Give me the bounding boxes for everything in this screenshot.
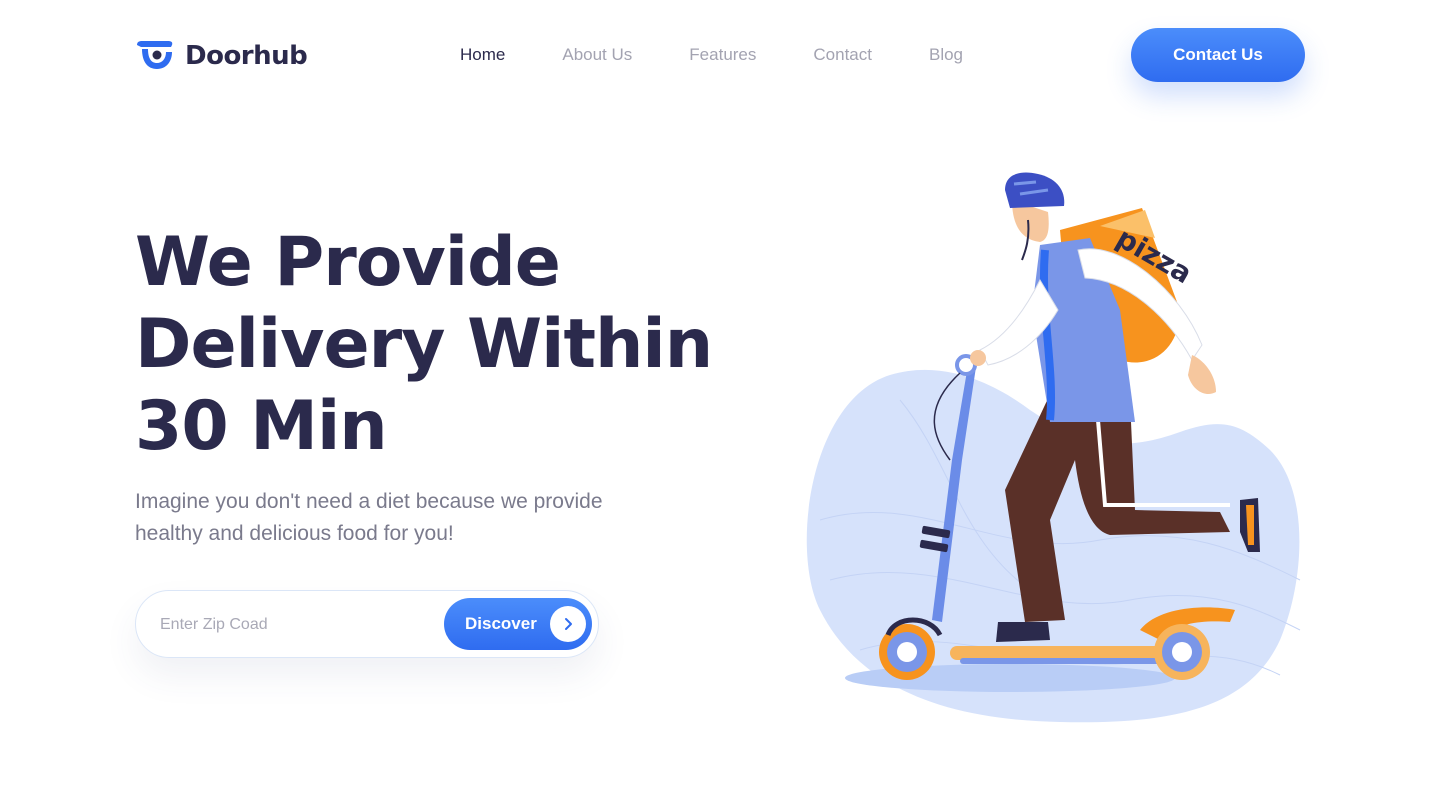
brand-name: Doorhub <box>185 41 308 71</box>
site-header: Doorhub Home About Us Features Contact B… <box>0 0 1440 110</box>
nav-item-about-us[interactable]: About Us <box>562 44 632 66</box>
main-nav: Home About Us Features Contact Blog <box>460 44 1020 66</box>
delivery-person-on-scooter-illustration: pizza <box>806 172 1301 723</box>
hero-title: We Provide Delivery Within 30 Min <box>135 222 755 468</box>
nav-item-features[interactable]: Features <box>689 44 756 66</box>
hero-title-line: We Provide <box>135 223 561 302</box>
chevron-right-icon <box>550 606 586 642</box>
contact-us-button[interactable]: Contact Us <box>1131 28 1305 82</box>
nav-item-blog[interactable]: Blog <box>929 44 963 66</box>
discover-button-label: Discover <box>465 614 537 633</box>
discover-button[interactable]: Discover <box>444 598 592 650</box>
zip-search-form: Discover <box>135 590 599 658</box>
brand-logo[interactable]: Doorhub <box>135 36 308 76</box>
hero-title-line: 30 Min <box>135 387 388 466</box>
nav-item-home[interactable]: Home <box>460 44 505 66</box>
nav-item-contact[interactable]: Contact <box>813 44 872 66</box>
courier-cap-icon <box>137 41 173 69</box>
hero-title-line: Delivery Within <box>135 305 713 384</box>
zip-code-input[interactable] <box>160 611 430 639</box>
hero-subtitle: Imagine you don't need a diet because we… <box>135 490 603 545</box>
